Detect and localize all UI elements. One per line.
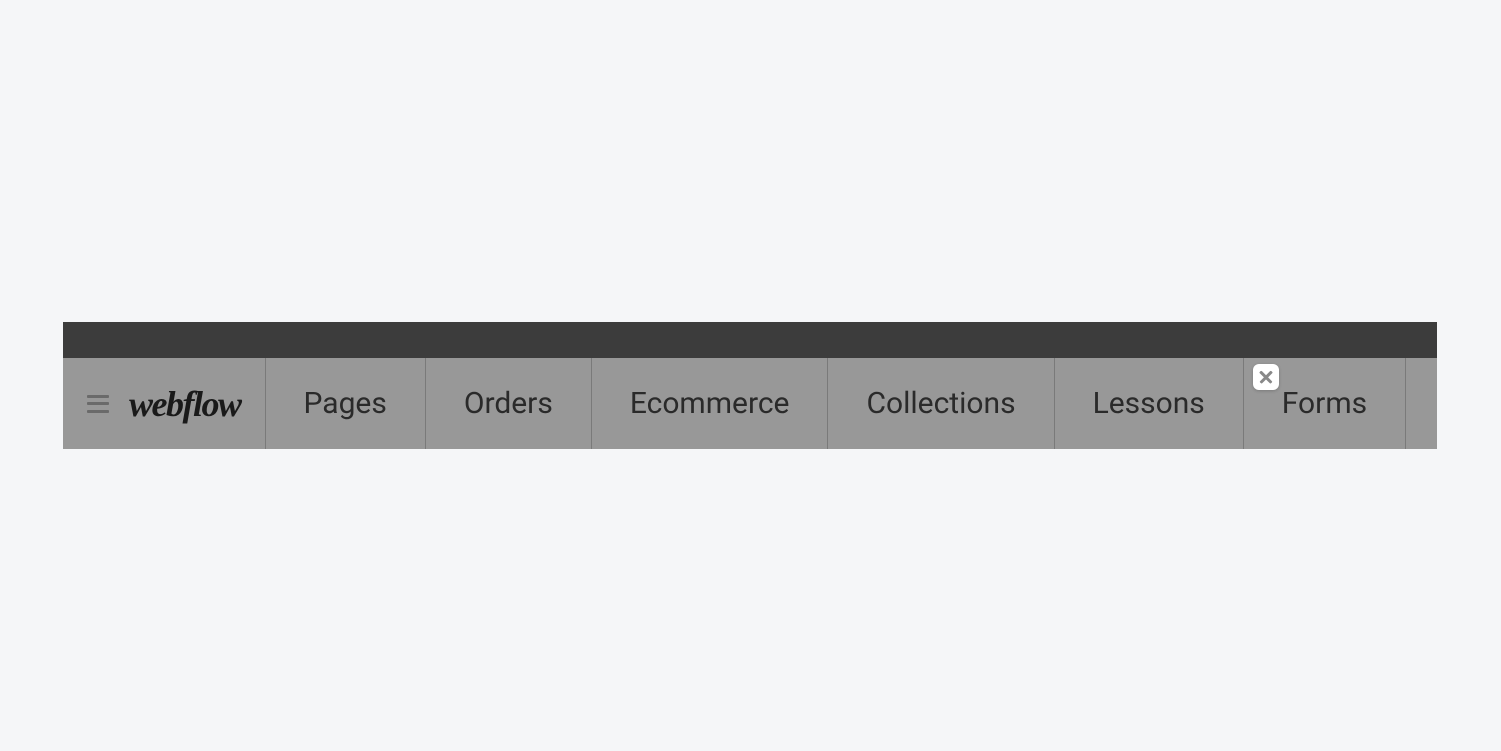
hamburger-menu-icon[interactable] [87,395,109,413]
nav-item-lessons[interactable]: Lessons [1055,358,1244,449]
logo-section: webflow [63,358,266,449]
nav-label: Orders [464,386,553,421]
navigation-bar: webflow Pages Orders Ecommerce Collectio… [63,358,1437,449]
nav-item-collections[interactable]: Collections [828,358,1054,449]
nav-item-pages[interactable]: Pages [266,358,426,449]
nav-label: Pages [304,386,387,421]
nav-label: Collections [866,386,1015,421]
nav-label: Ecommerce [630,386,790,421]
nav-item-ecommerce[interactable]: Ecommerce [592,358,829,449]
editor-panel: webflow Pages Orders Ecommerce Collectio… [63,322,1437,449]
nav-label: Lessons [1093,386,1205,421]
nav-label: Forms [1282,386,1367,421]
close-icon [1259,370,1273,384]
close-button[interactable] [1253,364,1279,390]
nav-item-orders[interactable]: Orders [426,358,592,449]
webflow-logo[interactable]: webflow [129,383,241,425]
top-dark-bar [63,322,1437,358]
